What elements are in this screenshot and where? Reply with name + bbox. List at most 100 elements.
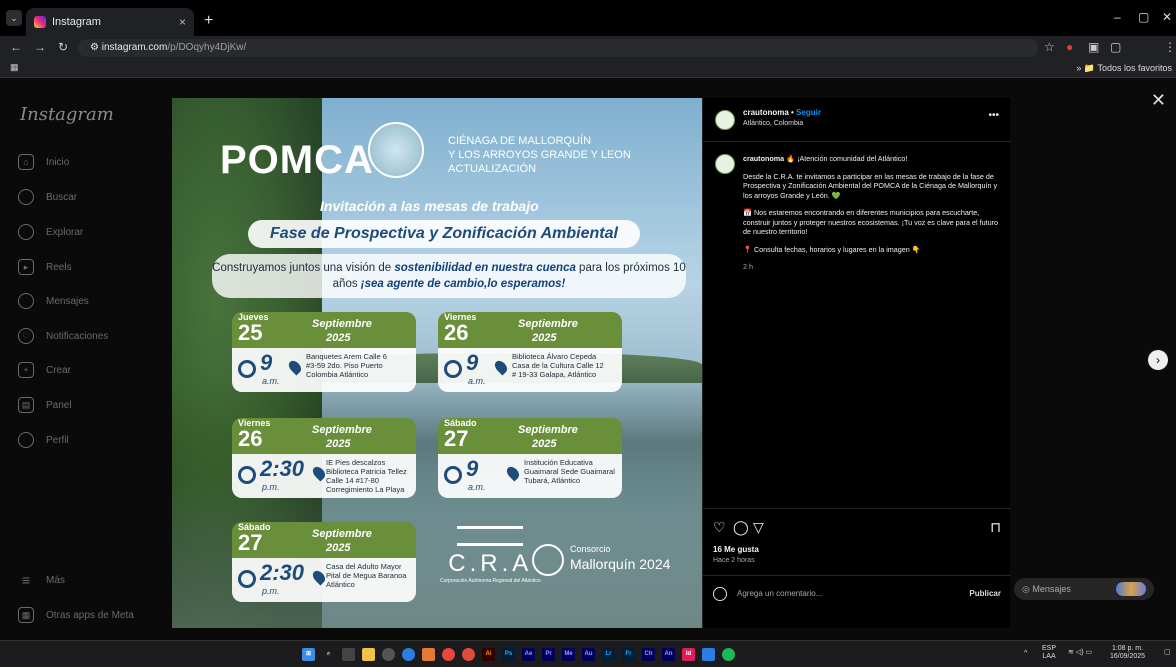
after-effects-icon[interactable]: Ae (522, 648, 535, 661)
extensions-icon[interactable]: ▣ (1088, 40, 1099, 54)
follow-button[interactable]: Seguir (796, 108, 821, 117)
create-icon: + (18, 362, 34, 378)
reload-icon[interactable]: ↻ (58, 40, 68, 54)
tab-close-icon[interactable]: × (179, 15, 186, 29)
compass-icon (18, 224, 34, 240)
instagram-page: Instagram ⌂ Inicio Buscar Explorar ▸ Reels… (0, 78, 1176, 640)
clock-icon (238, 360, 256, 378)
indesign-icon[interactable]: Id (682, 648, 695, 661)
media-encoder-icon[interactable]: Me (562, 648, 575, 661)
post-author[interactable]: crautonoma • Seguir (743, 108, 821, 117)
messages-pill[interactable]: ◎ Mensajes (1014, 578, 1154, 600)
avatar[interactable] (715, 154, 735, 174)
search-icon (18, 189, 34, 205)
publish-button[interactable]: Publicar (969, 589, 1001, 598)
close-modal-icon[interactable]: ✕ (1151, 90, 1166, 111)
comment-icon[interactable]: ◯ (733, 519, 749, 536)
cra-waves-icon (457, 526, 524, 546)
sidebar-item-buscar[interactable]: Buscar (18, 189, 77, 205)
premiere-icon[interactable]: Pr (542, 648, 555, 661)
tray-overflow-icon[interactable]: ^ (1024, 650, 1027, 658)
browser-tab-strip: ⌄ Instagram × + – ▢ ✕ (0, 0, 1176, 36)
site-settings-icon[interactable]: ⚙ (90, 42, 102, 53)
phase-banner: Fase de Prospectiva y Zonificación Ambie… (248, 220, 640, 248)
chrome-profile-icon[interactable] (462, 648, 475, 661)
clock-icon (238, 570, 256, 588)
language-indicator[interactable]: ESP LAA (1042, 645, 1056, 661)
folder-icon[interactable] (422, 648, 435, 661)
likes-count[interactable]: 16 Me gusta (713, 545, 759, 554)
minimize-button[interactable]: – (1114, 10, 1121, 24)
comment-box: Agrega un comentario... Publicar (703, 575, 1011, 613)
wifi-sound-battery-icons[interactable]: ≋ ◁) ▭ (1068, 649, 1092, 657)
taskbar-clock[interactable]: 1:08 p. m. 16/09/2025 (1110, 645, 1145, 661)
calculator-icon[interactable] (702, 648, 715, 661)
sidebar-item-mas[interactable]: ≡ Más (18, 572, 65, 588)
sidebar-item-explorar[interactable]: Explorar (18, 224, 83, 240)
sidebar-item-perfil[interactable]: Perfil (18, 432, 69, 448)
lightroom-icon[interactable]: Lr (602, 648, 615, 661)
avatar (1116, 582, 1146, 596)
post-image[interactable]: POMCA CIÉNAGA DE MALLORQUÍN Y LOS ARROYO… (172, 98, 702, 628)
settings-icon[interactable] (382, 648, 395, 661)
kingfisher-logo-icon (368, 122, 424, 178)
sidebar-item-crear[interactable]: + Crear (18, 362, 71, 378)
tab-search-button[interactable]: ⌄ (6, 10, 22, 26)
share-icon[interactable]: ▽ (753, 519, 764, 536)
character-animator-icon[interactable]: Ch (642, 648, 655, 661)
window-close-button[interactable]: ✕ (1162, 10, 1172, 24)
sidebar-item-mensajes[interactable]: Mensajes (18, 293, 89, 309)
windows-start-icon[interactable]: ⊞ (302, 648, 315, 661)
save-bookmark-icon[interactable]: ⊓ (990, 519, 1001, 536)
location-pin-icon (492, 358, 510, 376)
emoji-icon[interactable] (713, 587, 727, 601)
next-post-button[interactable]: › (1148, 350, 1168, 370)
address-bar[interactable]: ⚙ instagram.com/p/DOqyhy4DjKw/ (78, 39, 1038, 57)
spotify-icon[interactable] (722, 648, 735, 661)
event-card: Viernes 26 Septiembre 2025 9 a.m. Biblioteca … (438, 312, 622, 392)
maximize-button[interactable]: ▢ (1138, 10, 1149, 24)
like-heart-icon[interactable]: ♡ (713, 519, 726, 536)
illustrator-icon[interactable]: Ai (482, 648, 495, 661)
more-options-icon[interactable]: ••• (988, 110, 999, 121)
bookmark-star-icon[interactable]: ☆ (1044, 40, 1055, 54)
task-view-icon[interactable] (342, 648, 355, 661)
browser-toolbar: ← → ↻ ⚙ instagram.com/p/DOqyhy4DjKw/ ☆ ●… (0, 36, 1176, 60)
instagram-logo[interactable]: Instagram (20, 104, 114, 125)
file-explorer-icon[interactable] (362, 648, 375, 661)
location-pin-icon (504, 464, 522, 482)
search-icon[interactable]: ⌕ (322, 648, 335, 661)
edge-icon[interactable] (402, 648, 415, 661)
browser-menu-icon[interactable]: ⋮ (1164, 40, 1176, 54)
chrome-icon[interactable] (442, 648, 455, 661)
profile-icon[interactable]: ▢ (1110, 40, 1121, 54)
sidebar-item-notificaciones[interactable]: ♡ Notificaciones (18, 328, 108, 344)
messenger-icon (18, 293, 34, 309)
messenger-icon: ◎ (1022, 584, 1033, 594)
sidebar-item-inicio[interactable]: ⌂ Inicio (18, 154, 69, 170)
new-tab-button[interactable]: + (204, 12, 213, 30)
forward-icon[interactable]: → (34, 40, 46, 54)
photoshop-icon[interactable]: Ps (502, 648, 515, 661)
comment-input[interactable]: Agrega un comentario... (737, 589, 822, 598)
extension-icon[interactable]: ● (1066, 40, 1073, 54)
browser-tab[interactable]: Instagram × (26, 8, 194, 36)
sidebar-item-reels[interactable]: ▸ Reels (18, 259, 72, 275)
post-header: crautonoma • Seguir Atlántico, Colombia … (703, 98, 1011, 142)
back-icon[interactable]: ← (10, 40, 22, 54)
animate-icon[interactable]: An (662, 648, 675, 661)
sidebar-item-panel[interactable]: ▤ Panel (18, 397, 72, 413)
audition-icon[interactable]: Au (582, 648, 595, 661)
notification-icon[interactable]: ▢ (1164, 649, 1171, 657)
all-bookmarks-folder[interactable]: » 📁 Todos los favoritos (1076, 63, 1172, 74)
clock-icon (444, 360, 462, 378)
apps-grid-icon[interactable]: ▦ (10, 62, 19, 73)
cienaga-subtitle: CIÉNAGA DE MALLORQUÍN Y LOS ARROYOS GRAN… (448, 135, 631, 175)
fresco-icon[interactable]: Fr (622, 648, 635, 661)
sidebar-item-meta-apps[interactable]: ▦ Otras apps de Meta (18, 607, 134, 623)
post-location[interactable]: Atlántico, Colombia (743, 120, 803, 127)
url-path: /p/DOqyhy4DjKw/ (167, 42, 247, 53)
location-pin-icon (310, 568, 328, 586)
post-time: Hace 2 horas (713, 557, 755, 564)
avatar[interactable] (715, 110, 735, 130)
